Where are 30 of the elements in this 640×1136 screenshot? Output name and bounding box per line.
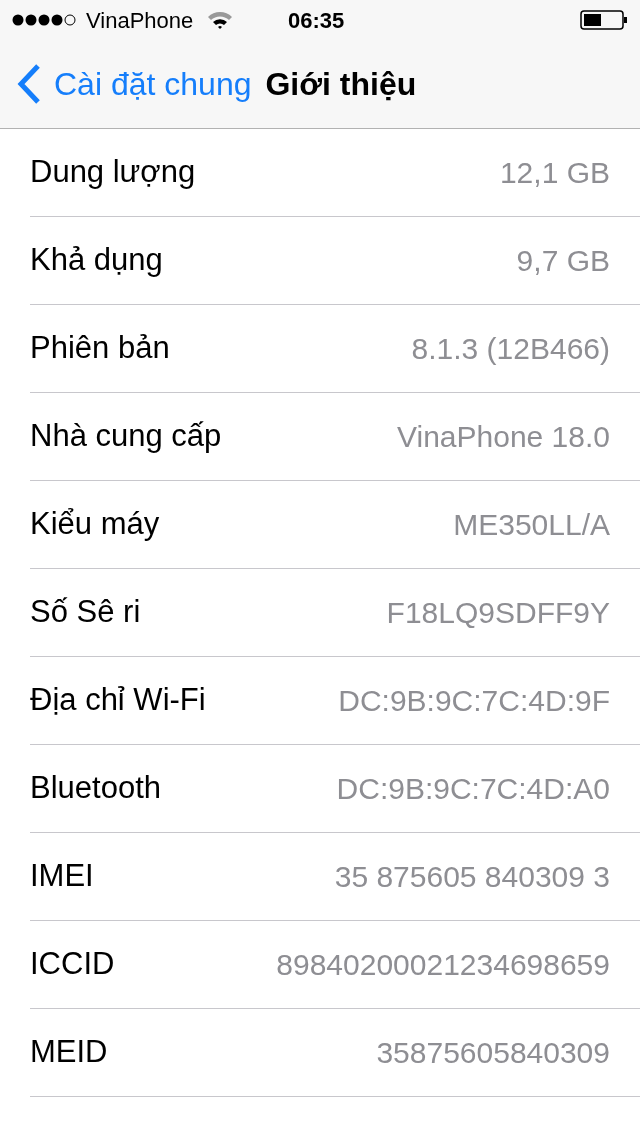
carrier-name: VinaPhone	[86, 6, 194, 35]
row-label: Dung lượng	[30, 153, 196, 192]
row-label: Phiên bản	[30, 329, 170, 368]
row-value: VinaPhone 18.0	[397, 419, 610, 455]
battery-icon	[580, 10, 628, 30]
back-chevron-icon	[16, 63, 42, 105]
page-title: Giới thiệu	[265, 65, 417, 104]
row-value: 8.1.3 (12B466)	[411, 331, 610, 367]
clock-time: 06:35	[288, 6, 345, 35]
back-button[interactable]: Cài đặt chung	[16, 60, 252, 108]
row-label: IMEI	[30, 857, 94, 896]
row-label: Địa chỉ Wi-Fi	[30, 681, 206, 720]
row-label: Kiểu máy	[30, 505, 160, 544]
row-label: MEID	[30, 1033, 108, 1072]
row-value: 12,1 GB	[499, 155, 610, 191]
signal-icon	[12, 13, 76, 27]
row-value: 35 875605 840309 3	[334, 859, 610, 895]
row-label: Số Sê ri	[30, 593, 141, 632]
row-label: Nhà cung cấp	[30, 417, 222, 456]
row-value: DC:9B:9C:7C:4D:9F	[338, 683, 610, 719]
row-value: ME350LL/A	[453, 507, 610, 543]
row-label: Bluetooth	[30, 769, 161, 808]
row-label: Khả dụng	[30, 241, 163, 280]
row-value: F18LQ9SDFF9Y	[386, 595, 610, 631]
row-value: 35875605840309	[376, 1035, 610, 1071]
row-value: DC:9B:9C:7C:4D:A0	[336, 771, 610, 807]
wifi-icon	[207, 11, 234, 29]
row-value: 89840200021234698659	[276, 947, 610, 983]
row-label: ICCID	[30, 945, 115, 984]
row-value: 9,7 GB	[516, 243, 610, 279]
